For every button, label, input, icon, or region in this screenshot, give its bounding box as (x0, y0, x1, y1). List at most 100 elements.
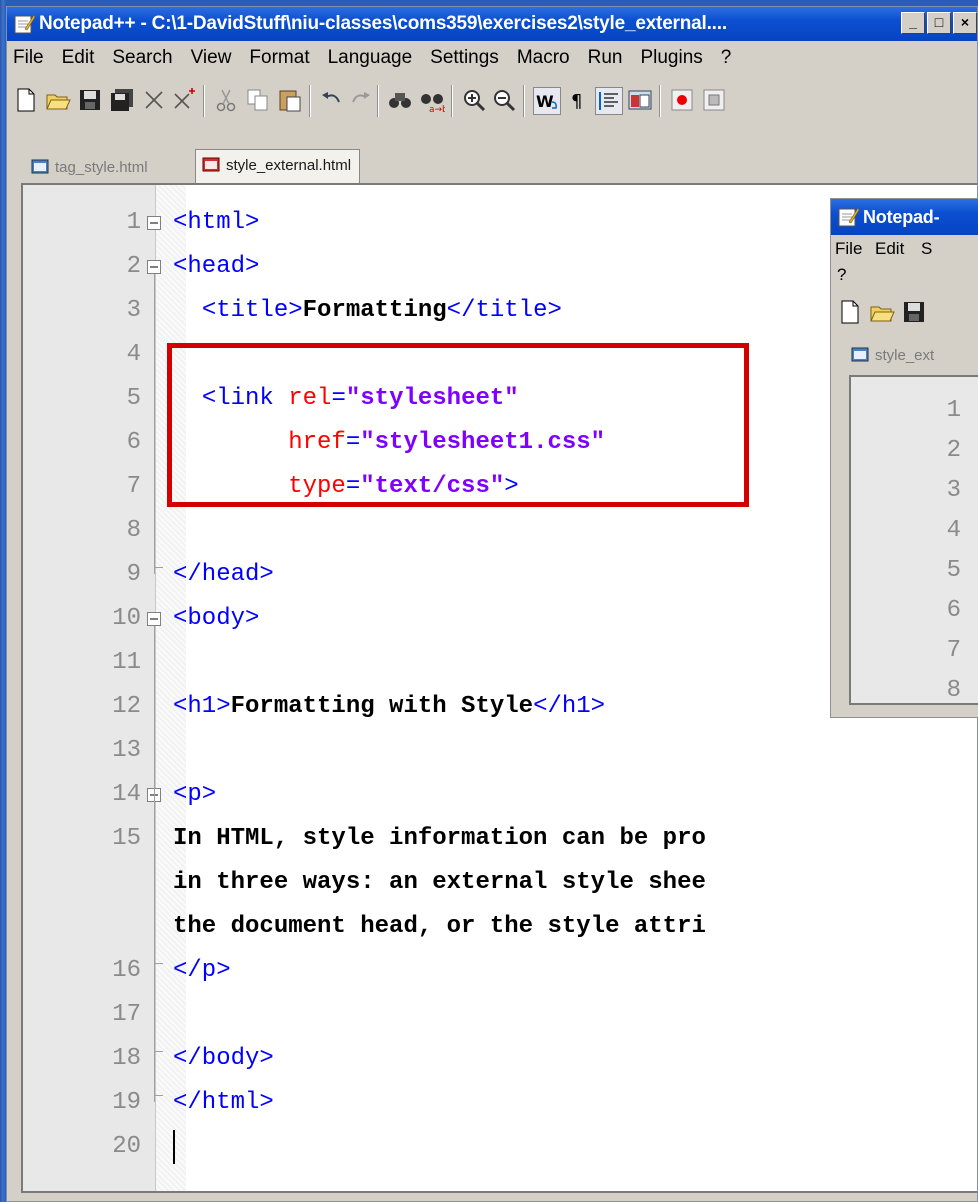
code-line[interactable]: 19 </html> (23, 1081, 977, 1125)
title-bar[interactable]: Notepad++ - C:\1-DavidStuff\niu-classes\… (7, 7, 977, 41)
open-file-icon[interactable] (869, 299, 895, 325)
menu-search[interactable]: Search (112, 47, 172, 68)
code-line[interactable]: 15 In HTML, style information can be pro (23, 817, 977, 861)
minimize-button[interactable]: _ (901, 12, 925, 34)
menu-run[interactable]: Run (588, 47, 623, 68)
code-token: <p> (173, 781, 217, 808)
code-line[interactable]: 18 </body> (23, 1037, 977, 1081)
code-line[interactable]: 17 (23, 993, 977, 1037)
svg-text:a→b: a→b (429, 105, 445, 113)
menu-edit[interactable]: Edit (62, 47, 95, 68)
fold-end-marker (154, 1095, 163, 1096)
menu-help[interactable]: ? (721, 47, 732, 68)
code-text: in three ways: an external style shee (173, 861, 706, 905)
code-text: the document head, or the style attri (173, 905, 706, 949)
window-title: Notepad++ - C:\1-DavidStuff\niu-classes\… (39, 13, 727, 34)
svg-text:¶: ¶ (571, 91, 582, 112)
open-file-icon[interactable] (45, 87, 71, 113)
code-token: in three ways: an external style shee (173, 869, 706, 896)
maximize-button[interactable]: □ (927, 12, 951, 34)
code-token: </p> (173, 957, 231, 984)
code-token: </html> (173, 1089, 274, 1116)
notepadpp-app-icon (838, 207, 859, 227)
second-toolbar (831, 295, 978, 335)
new-file-icon[interactable] (13, 87, 39, 113)
save-icon[interactable] (901, 299, 927, 325)
fold-toggle-icon[interactable] (147, 260, 161, 274)
code-token: <body> (173, 605, 260, 632)
line-number: 15 (112, 825, 141, 852)
tab-label: style_external.html (226, 157, 352, 174)
undo-icon[interactable] (319, 87, 345, 113)
line-number: 3 (126, 297, 141, 324)
code-token: In HTML, style information can be pro (173, 825, 706, 852)
menu-search[interactable]: S (921, 239, 932, 259)
close-all-icon[interactable] (171, 87, 197, 113)
code-line[interactable]: 14 <p> (23, 773, 977, 817)
paste-icon[interactable] (277, 87, 303, 113)
show-all-chars-icon[interactable]: ¶ (565, 87, 591, 113)
toolbar-separator (523, 85, 525, 117)
zoom-out-icon[interactable] (491, 87, 517, 113)
fold-toggle-icon[interactable] (147, 216, 161, 230)
code-line[interactable]: 13 (23, 729, 977, 773)
toolbar-separator (203, 85, 205, 117)
fold-toggle-icon[interactable] (147, 612, 161, 626)
code-text: <title>Formatting</title> (173, 289, 562, 333)
copy-icon[interactable] (245, 87, 271, 113)
menu-macro[interactable]: Macro (517, 47, 570, 68)
menu-file[interactable]: File (13, 47, 44, 68)
cut-icon[interactable] (213, 87, 239, 113)
tab-style-external[interactable]: style_external.html (195, 149, 361, 184)
code-token: <html> (173, 209, 260, 236)
menu-format[interactable]: Format (249, 47, 309, 68)
line-number: 13 (112, 737, 141, 764)
record-macro-icon[interactable] (669, 87, 695, 113)
menu-edit[interactable]: Edit (875, 239, 904, 259)
menu-file[interactable]: File (835, 239, 862, 259)
find-icon[interactable] (387, 87, 413, 113)
menu-language[interactable]: Language (328, 47, 413, 68)
code-line[interactable]: in three ways: an external style shee (23, 861, 977, 905)
code-line[interactable]: the document head, or the style attri (23, 905, 977, 949)
zoom-in-icon[interactable] (461, 87, 487, 113)
save-icon[interactable] (77, 87, 103, 113)
second-window-title: Notepad- (863, 207, 940, 227)
text-cursor (173, 1130, 175, 1164)
stop-macro-icon[interactable] (701, 87, 727, 113)
redo-icon[interactable] (347, 87, 373, 113)
line-number: 8 (126, 517, 141, 544)
menu-view[interactable]: View (191, 47, 232, 68)
word-wrap-icon[interactable]: W (533, 87, 561, 115)
save-all-icon[interactable] (109, 87, 135, 113)
tab-tag-style[interactable]: tag_style.html (25, 153, 148, 183)
close-button[interactable]: × (953, 12, 977, 34)
replace-icon[interactable]: a→b (419, 87, 445, 113)
tab-label: tag_style.html (55, 159, 148, 176)
fold-end-marker (154, 1051, 163, 1052)
line-number: 2 (946, 437, 961, 464)
link-tag-highlight-box (167, 343, 749, 507)
code-line[interactable]: 20 (23, 1125, 977, 1169)
line-number: 7 (946, 637, 961, 664)
toolbar-separator (377, 85, 379, 117)
user-lang-icon[interactable] (627, 87, 653, 113)
second-title-bar[interactable]: Notepad- (831, 199, 978, 235)
line-number: 10 (112, 605, 141, 632)
close-icon[interactable] (141, 87, 167, 113)
line-number: 18 (112, 1045, 141, 1072)
code-token: <title> (201, 297, 303, 324)
code-line[interactable]: 16 </p> (23, 949, 977, 993)
fold-end-marker (154, 567, 163, 568)
menu-help[interactable]: ? (837, 265, 846, 285)
code-token: </head> (173, 561, 274, 588)
line-number: 5 (126, 385, 141, 412)
indent-guide-icon[interactable] (595, 87, 623, 115)
unsaved-document-icon (202, 157, 220, 172)
new-file-icon[interactable] (837, 299, 863, 325)
second-code-editor[interactable]: 123456789101112131415 (849, 375, 978, 705)
menu-settings[interactable]: Settings (430, 47, 499, 68)
menu-plugins[interactable]: Plugins (640, 47, 702, 68)
second-tab[interactable]: style_ext (845, 339, 978, 373)
